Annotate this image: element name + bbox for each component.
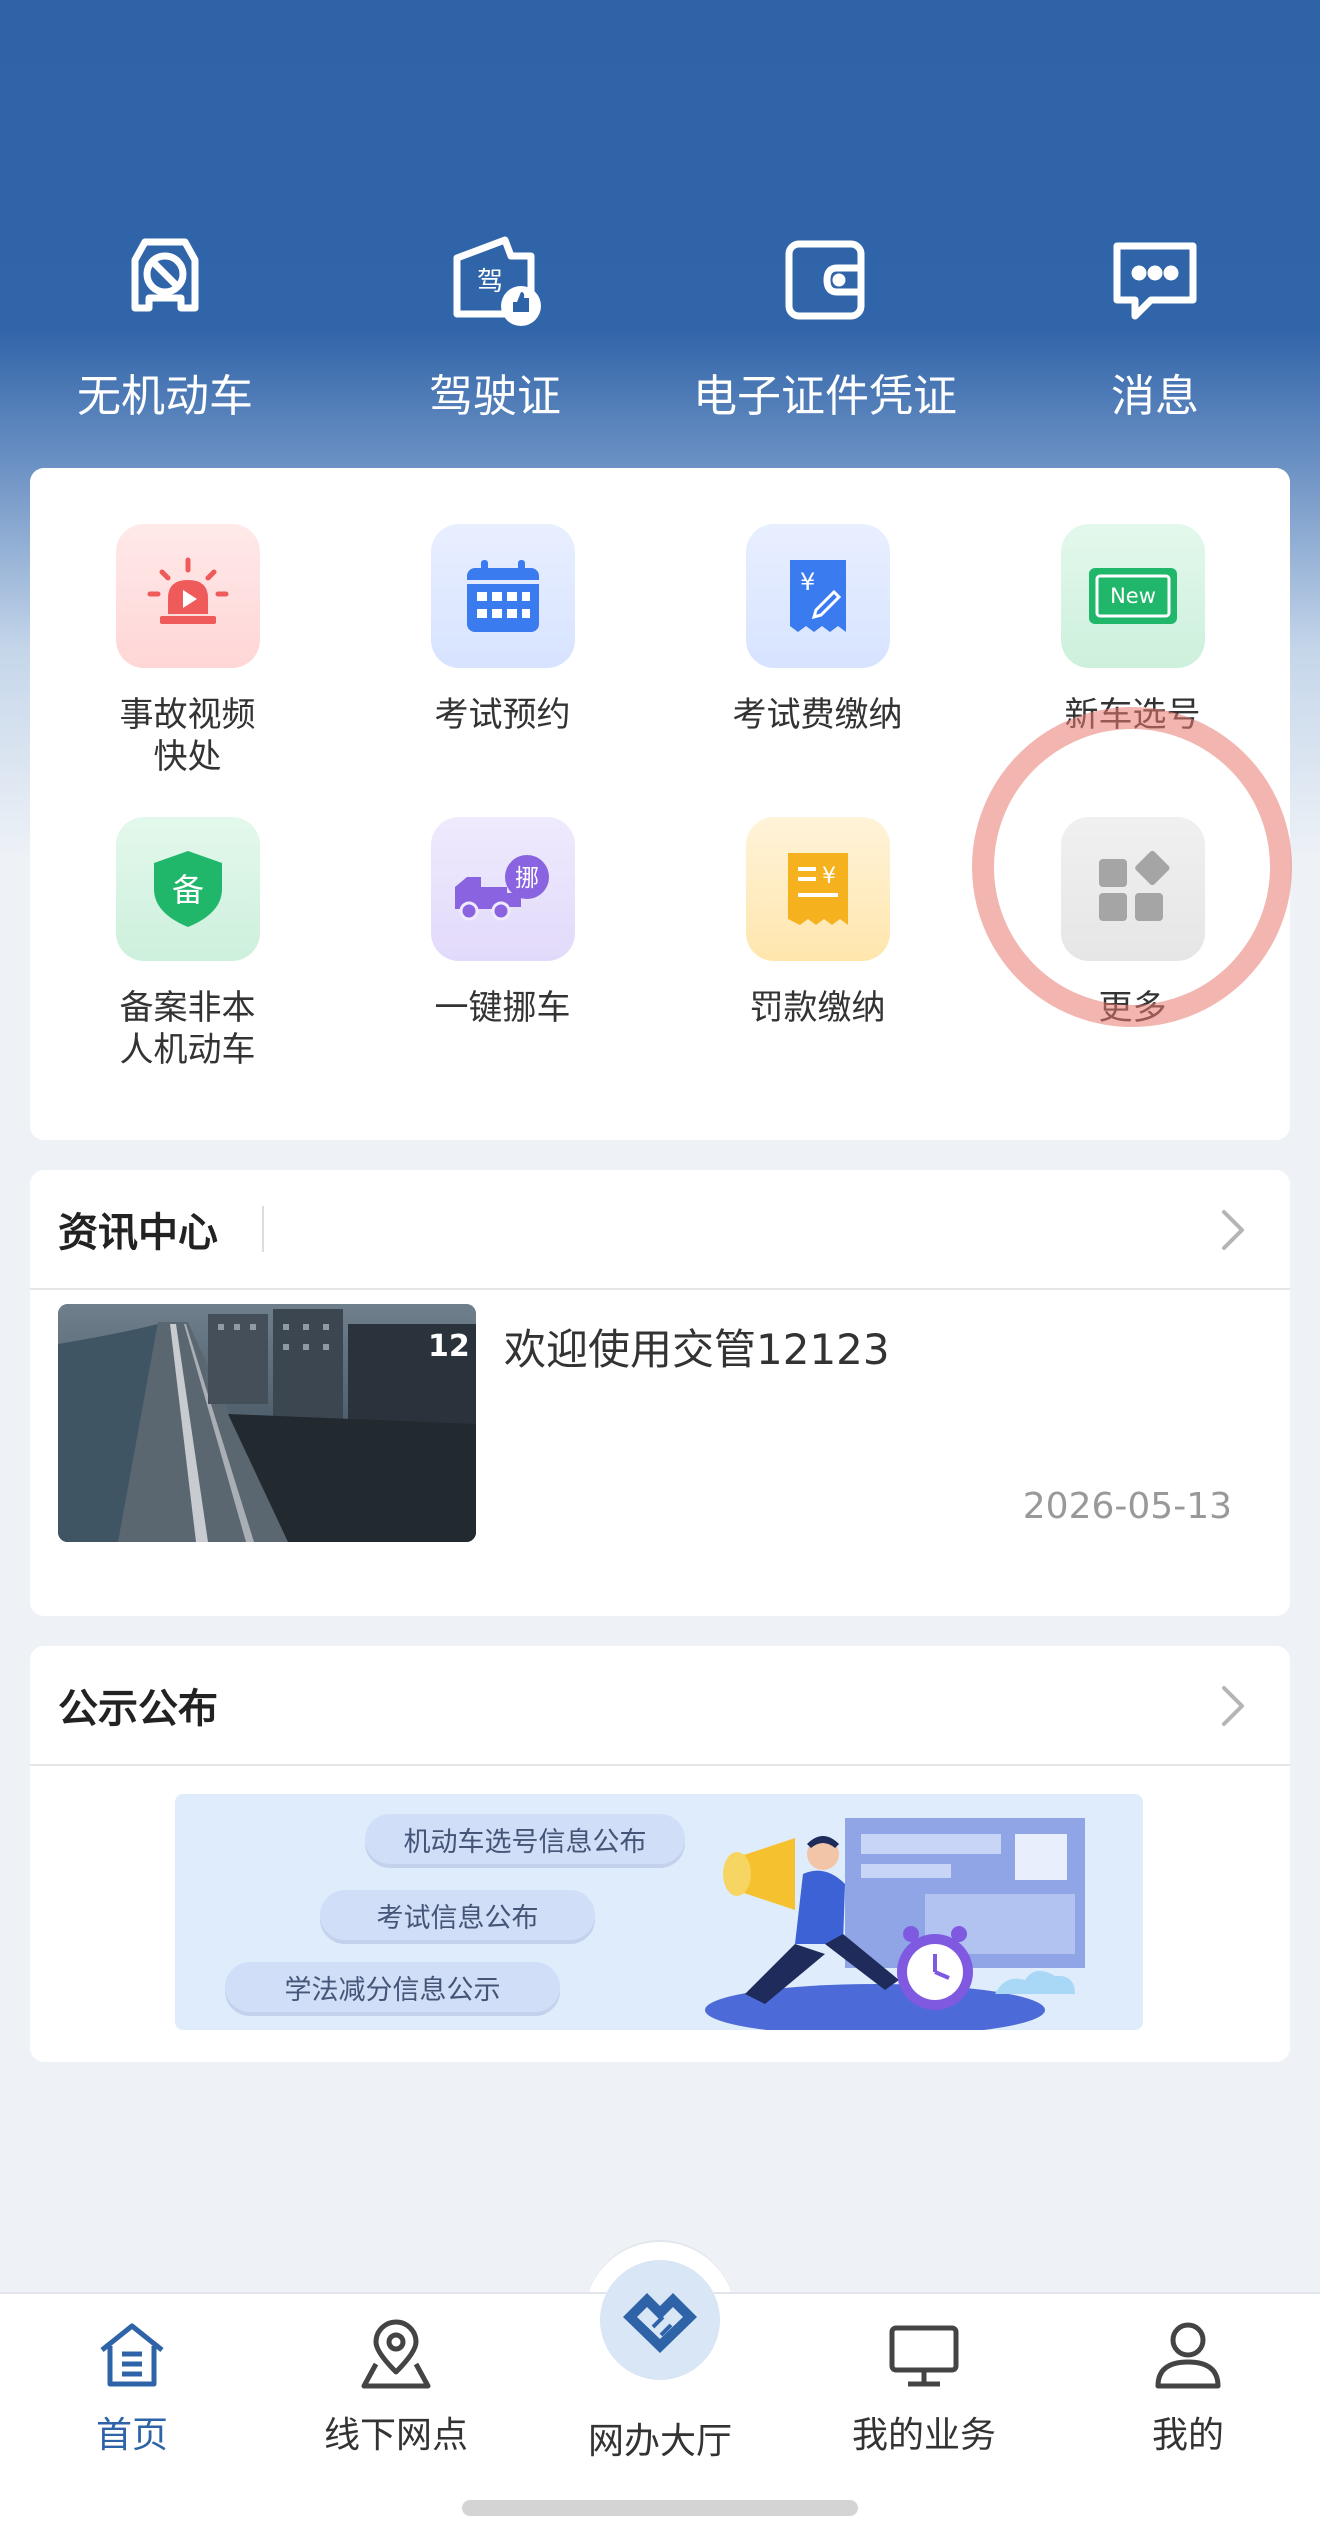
more-grid-icon bbox=[1060, 817, 1205, 961]
service-exam-fee[interactable]: ¥ 考试费缴纳 bbox=[660, 524, 975, 817]
notice-pill-plate[interactable]: 机动车选号信息公布 bbox=[365, 1814, 685, 1864]
notice-section-title: 公示公布 bbox=[58, 1686, 218, 1732]
service-accident-video[interactable]: 事故视频 快处 bbox=[30, 524, 345, 817]
tab-online-hall[interactable]: 网办大厅 bbox=[528, 2398, 792, 2464]
user-icon bbox=[1155, 2322, 1221, 2389]
map-pin-icon bbox=[361, 2319, 431, 2389]
fee-receipt-icon: ¥ bbox=[745, 524, 890, 668]
notice-banner[interactable]: 机动车选号信息公布 考试信息公布 学法减分信息公示 bbox=[175, 1794, 1143, 2030]
news-item[interactable]: 12 欢迎使用交管12123 2026-05-13 bbox=[30, 1290, 1290, 1616]
tab-label: 线下网点 bbox=[323, 2415, 468, 2456]
service-label: 罚款缴纳 bbox=[749, 988, 886, 1028]
service-label: 事故视频 bbox=[119, 695, 256, 735]
tab-label: 我的 bbox=[1151, 2415, 1224, 2456]
megaphone-illustration bbox=[705, 1818, 1085, 2030]
hall-button[interactable] bbox=[600, 2260, 720, 2380]
service-more[interactable]: 更多 bbox=[972, 707, 1292, 1110]
tab-label: 我的业务 bbox=[851, 2415, 996, 2456]
news-card: 资讯中心 12 欢迎使用交管12123 2026-05-13 bbox=[30, 1170, 1290, 1616]
tab-offline-outlets[interactable]: 线下网点 bbox=[264, 2316, 528, 2458]
svg-text:12: 12 bbox=[428, 1329, 470, 1364]
service-label: 备案非本 bbox=[119, 988, 256, 1028]
service-label: 考试费缴纳 bbox=[732, 695, 903, 735]
tab-my-business[interactable]: 我的业务 bbox=[792, 2316, 1056, 2458]
service-label: 新车选号 bbox=[1064, 695, 1201, 735]
top-item-label: 无机动车 bbox=[77, 371, 253, 422]
service-exam-booking[interactable]: 考试预约 bbox=[345, 524, 660, 817]
service-move-car[interactable]: 挪 一键挪车 bbox=[345, 817, 660, 1110]
service-register-vehicle[interactable]: 备 备案非本 人机动车 bbox=[30, 817, 345, 1110]
monitor-icon bbox=[889, 2325, 959, 2387]
svg-text:驾: 驾 bbox=[477, 267, 503, 297]
top-item-messages[interactable]: 消息 bbox=[990, 230, 1320, 430]
svg-text:¥: ¥ bbox=[822, 864, 836, 889]
news-section-title: 资讯中心 bbox=[58, 1210, 218, 1256]
service-label: 更多 bbox=[1098, 988, 1167, 1028]
tab-label: 首页 bbox=[95, 2415, 168, 2456]
news-thumbnail: 12 bbox=[58, 1304, 476, 1542]
notice-header[interactable]: 公示公布 bbox=[30, 1646, 1290, 1766]
shield-icon: 备 bbox=[115, 817, 260, 961]
notice-pill-exam[interactable]: 考试信息公布 bbox=[320, 1890, 595, 1940]
top-item-label: 驾驶证 bbox=[429, 371, 561, 422]
news-article-title: 欢迎使用交管12123 bbox=[504, 1325, 890, 1374]
top-item-driver-license[interactable]: 驾 驾驶证 bbox=[330, 230, 660, 430]
services-card: 事故视频 快处 考试预约 ¥ 考试费缴纳 New 新车选号 备 备案非本 人机动… bbox=[30, 468, 1292, 1140]
news-header[interactable]: 资讯中心 bbox=[30, 1170, 1290, 1290]
message-icon bbox=[1113, 242, 1197, 320]
svg-text:挪: 挪 bbox=[515, 864, 539, 892]
calendar-icon bbox=[430, 524, 575, 668]
home-icon bbox=[100, 2323, 164, 2387]
no-car-icon bbox=[131, 238, 199, 312]
svg-text:¥: ¥ bbox=[800, 568, 815, 596]
service-fine-payment[interactable]: ¥ 罚款缴纳 bbox=[660, 817, 975, 1110]
svg-text:备: 备 bbox=[171, 871, 203, 909]
top-item-no-vehicle[interactable]: 无机动车 bbox=[0, 230, 330, 430]
fine-receipt-icon: ¥ bbox=[745, 817, 890, 961]
chevron-right-icon[interactable] bbox=[1210, 1684, 1254, 1728]
alarm-light-icon bbox=[115, 524, 260, 668]
services-grid: 事故视频 快处 考试预约 ¥ 考试费缴纳 New 新车选号 备 备案非本 人机动… bbox=[30, 524, 1292, 1110]
top-item-label: 电子证件凭证 bbox=[693, 371, 957, 422]
divider bbox=[262, 1206, 264, 1252]
service-label: 一键挪车 bbox=[434, 988, 571, 1028]
home-indicator bbox=[462, 2500, 858, 2516]
tab-home[interactable]: 首页 bbox=[0, 2316, 264, 2458]
tab-mine[interactable]: 我的 bbox=[1056, 2316, 1320, 2458]
service-label: 考试预约 bbox=[434, 695, 571, 735]
chevron-right-icon[interactable] bbox=[1210, 1208, 1254, 1252]
top-item-e-certificate[interactable]: 电子证件凭证 bbox=[660, 230, 990, 430]
news-article-date: 2026-05-13 bbox=[1022, 1486, 1232, 1527]
notice-pill-study[interactable]: 学法减分信息公示 bbox=[225, 1962, 560, 2012]
truck-icon: 挪 bbox=[430, 817, 575, 961]
service-label: 人机动车 bbox=[119, 1030, 256, 1070]
svg-text:New: New bbox=[1110, 584, 1156, 608]
service-new-plate[interactable]: New 新车选号 bbox=[975, 524, 1290, 817]
hall-icon bbox=[623, 2293, 697, 2353]
tab-label: 网办大厅 bbox=[587, 2421, 732, 2462]
top-item-label: 消息 bbox=[1111, 371, 1199, 422]
top-quick-nav: 无机动车 驾 驾驶证 电子证件凭证 消息 bbox=[0, 230, 1320, 430]
wallet-icon bbox=[785, 240, 865, 320]
new-plate-icon: New bbox=[1060, 524, 1205, 668]
service-label: 快处 bbox=[153, 737, 222, 777]
license-thumb-icon: 驾 bbox=[453, 236, 541, 326]
notice-card: 公示公布 机动车选号信息公布 考试信息公布 学法减分信息公示 bbox=[30, 1646, 1290, 2062]
